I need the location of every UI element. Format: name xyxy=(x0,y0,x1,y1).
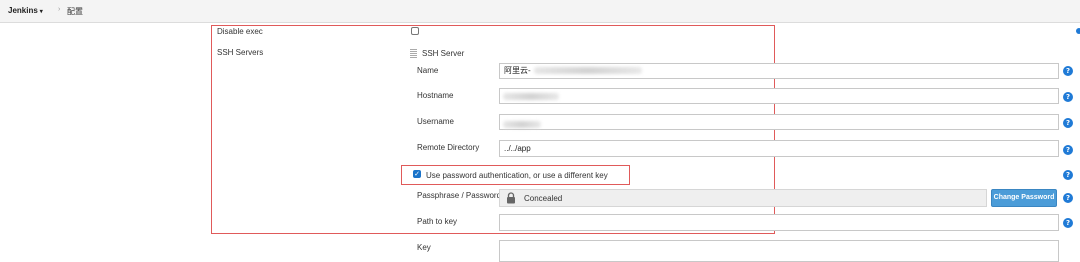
breadcrumb-current-page[interactable]: 配置 xyxy=(67,6,83,17)
key-textarea[interactable] xyxy=(499,240,1059,262)
breadcrumb-bar: Jenkins ▾ › 配置 xyxy=(0,0,1080,23)
username-input[interactable] xyxy=(499,114,1059,130)
remote-directory-value: ../../app xyxy=(504,144,531,153)
change-password-button[interactable]: Change Password xyxy=(991,189,1057,207)
passphrase-label: Passphrase / Password xyxy=(417,191,502,200)
concealed-text: Concealed xyxy=(524,194,563,203)
help-icon[interactable]: ? xyxy=(1063,193,1073,203)
remote-directory-label: Remote Directory xyxy=(417,143,480,152)
drag-handle-icon[interactable] xyxy=(410,49,417,58)
ssh-server-heading: SSH Server xyxy=(422,49,465,58)
name-label: Name xyxy=(417,66,439,75)
path-to-key-label: Path to key xyxy=(417,217,458,226)
name-redacted xyxy=(534,67,642,74)
edge-help-icon[interactable] xyxy=(1076,28,1080,34)
help-icon[interactable]: ? xyxy=(1063,145,1073,155)
username-redacted xyxy=(503,121,541,128)
use-password-checkbox[interactable]: ✓ xyxy=(413,170,421,178)
checkmark-icon: ✓ xyxy=(414,170,420,178)
path-to-key-input[interactable] xyxy=(499,214,1059,231)
ssh-servers-label: SSH Servers xyxy=(217,48,264,57)
breadcrumb-jenkins-label: Jenkins xyxy=(8,6,38,15)
disable-exec-checkbox[interactable] xyxy=(411,27,419,35)
key-label: Key xyxy=(417,243,431,252)
breadcrumb-jenkins-link[interactable]: Jenkins ▾ xyxy=(6,6,45,15)
lock-icon xyxy=(507,192,515,204)
chevron-down-icon[interactable]: ▾ xyxy=(40,9,43,15)
disable-exec-label: Disable exec xyxy=(217,27,263,36)
hostname-input[interactable] xyxy=(499,88,1059,104)
passphrase-concealed-field: Concealed xyxy=(499,189,987,207)
remote-directory-input[interactable]: ../../app xyxy=(499,140,1059,157)
hostname-redacted xyxy=(503,93,559,100)
breadcrumb-separator-icon: › xyxy=(58,6,61,13)
help-icon[interactable]: ? xyxy=(1063,118,1073,128)
help-icon[interactable]: ? xyxy=(1063,218,1073,228)
help-icon[interactable]: ? xyxy=(1063,92,1073,102)
help-icon[interactable]: ? xyxy=(1063,66,1073,76)
use-password-label: Use password authentication, or use a di… xyxy=(426,171,608,180)
help-icon[interactable]: ? xyxy=(1063,170,1073,180)
hostname-label: Hostname xyxy=(417,91,454,100)
name-input-value: 阿里云- xyxy=(504,66,531,75)
username-label: Username xyxy=(417,117,454,126)
